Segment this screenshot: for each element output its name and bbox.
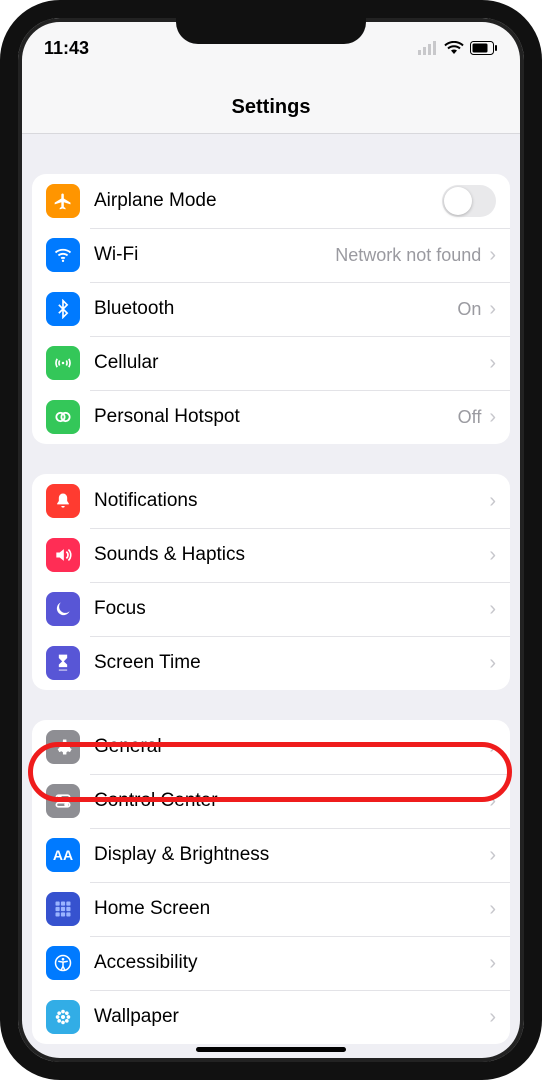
- settings-group-device: General › Control Center › AA Display & …: [32, 720, 510, 1044]
- gear-icon: [46, 730, 80, 764]
- notch: [176, 10, 366, 44]
- row-bluetooth[interactable]: Bluetooth On ›: [32, 282, 510, 336]
- side-button: [0, 340, 4, 410]
- row-detail: Network not found: [335, 245, 481, 266]
- row-wifi[interactable]: Wi-Fi Network not found ›: [32, 228, 510, 282]
- chevron-right-icon: ›: [489, 298, 496, 321]
- wifi-status-icon: [444, 41, 464, 55]
- accessibility-icon: [46, 946, 80, 980]
- row-label: Wi-Fi: [94, 244, 335, 266]
- status-time: 11:43: [44, 38, 89, 59]
- row-wallpaper[interactable]: Wallpaper ›: [32, 990, 510, 1044]
- battery-icon: [470, 41, 498, 55]
- row-detail: On: [457, 299, 481, 320]
- chevron-right-icon: ›: [489, 898, 496, 921]
- row-label: Cellular: [94, 352, 489, 374]
- row-personal-hotspot[interactable]: Personal Hotspot Off ›: [32, 390, 510, 444]
- row-notifications[interactable]: Notifications ›: [32, 474, 510, 528]
- row-display-brightness[interactable]: AA Display & Brightness ›: [32, 828, 510, 882]
- row-accessibility[interactable]: Accessibility ›: [32, 936, 510, 990]
- chevron-right-icon: ›: [489, 736, 496, 759]
- row-control-center[interactable]: Control Center ›: [32, 774, 510, 828]
- row-general[interactable]: General ›: [32, 720, 510, 774]
- flower-icon: [46, 1000, 80, 1034]
- bluetooth-icon: [46, 292, 80, 326]
- row-label: Home Screen: [94, 898, 489, 920]
- row-label: Airplane Mode: [94, 190, 442, 212]
- settings-group-connectivity: Airplane Mode Wi-Fi Network not found › …: [32, 174, 510, 444]
- hourglass-icon: [46, 646, 80, 680]
- row-label: Notifications: [94, 490, 489, 512]
- side-button: [538, 260, 542, 360]
- row-label: Accessibility: [94, 952, 489, 974]
- row-label: Personal Hotspot: [94, 406, 458, 428]
- settings-header: Settings: [18, 68, 524, 134]
- row-detail: Off: [458, 407, 482, 428]
- page-title: Settings: [18, 96, 524, 119]
- row-label: General: [94, 736, 489, 758]
- row-label: Sounds & Haptics: [94, 544, 489, 566]
- chevron-right-icon: ›: [489, 244, 496, 267]
- chevron-right-icon: ›: [489, 490, 496, 513]
- aa-icon: AA: [46, 838, 80, 872]
- settings-content[interactable]: Airplane Mode Wi-Fi Network not found › …: [18, 174, 524, 1044]
- airplane-icon: [46, 184, 80, 218]
- side-button: [0, 250, 4, 320]
- row-airplane-mode[interactable]: Airplane Mode: [32, 174, 510, 228]
- chevron-right-icon: ›: [489, 544, 496, 567]
- switches-icon: [46, 784, 80, 818]
- row-label: Control Center: [94, 790, 489, 812]
- chevron-right-icon: ›: [489, 352, 496, 375]
- moon-icon: [46, 592, 80, 626]
- row-home-screen[interactable]: Home Screen ›: [32, 882, 510, 936]
- chevron-right-icon: ›: [489, 790, 496, 813]
- chevron-right-icon: ›: [489, 598, 496, 621]
- bell-icon: [46, 484, 80, 518]
- row-label: Display & Brightness: [94, 844, 489, 866]
- chevron-right-icon: ›: [489, 952, 496, 975]
- row-label: Screen Time: [94, 652, 489, 674]
- chevron-right-icon: ›: [489, 652, 496, 675]
- chevron-right-icon: ›: [489, 406, 496, 429]
- side-button: [0, 180, 4, 220]
- row-label: Wallpaper: [94, 1006, 489, 1028]
- airplane-toggle[interactable]: [442, 185, 496, 217]
- cellular-signal-icon: [418, 41, 438, 55]
- speaker-icon: [46, 538, 80, 572]
- status-icons: [418, 41, 498, 55]
- home-indicator[interactable]: [196, 1047, 346, 1052]
- wifi-icon: [46, 238, 80, 272]
- chevron-right-icon: ›: [489, 1006, 496, 1029]
- row-sounds-haptics[interactable]: Sounds & Haptics ›: [32, 528, 510, 582]
- hotspot-icon: [46, 400, 80, 434]
- row-screen-time[interactable]: Screen Time ›: [32, 636, 510, 690]
- grid-icon: [46, 892, 80, 926]
- settings-group-alerts: Notifications › Sounds & Haptics › Focus…: [32, 474, 510, 690]
- chevron-right-icon: ›: [489, 844, 496, 867]
- cellular-icon: [46, 346, 80, 380]
- row-label: Bluetooth: [94, 298, 457, 320]
- row-label: Focus: [94, 598, 489, 620]
- screen: 11:43 Settings Airplane Mode: [18, 18, 524, 1062]
- row-cellular[interactable]: Cellular ›: [32, 336, 510, 390]
- row-focus[interactable]: Focus ›: [32, 582, 510, 636]
